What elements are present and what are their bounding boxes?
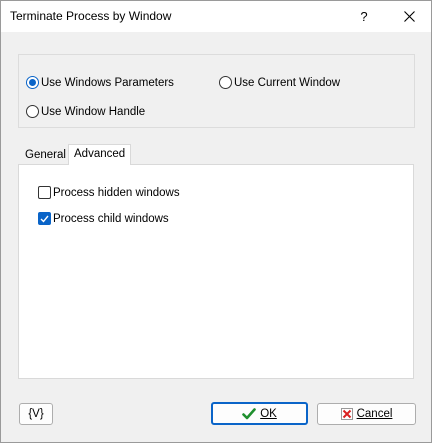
- radio-use-window-handle[interactable]: Use Window Handle: [26, 105, 145, 118]
- mode-group: Use Windows Parameters Use Current Windo…: [18, 54, 415, 128]
- tab-label: General: [25, 149, 66, 161]
- close-button[interactable]: [391, 1, 427, 32]
- ok-label: OK: [260, 407, 277, 420]
- radio-label: Use Window Handle: [41, 105, 146, 118]
- radio-dot-selected: [26, 76, 39, 89]
- tab-general[interactable]: General: [20, 146, 71, 165]
- radio-use-windows-parameters[interactable]: Use Windows Parameters: [26, 76, 174, 89]
- help-button[interactable]: ?: [347, 1, 381, 32]
- dialog-window: Terminate Process by Window ? Use Window…: [0, 0, 432, 443]
- title-bar: Terminate Process by Window ?: [1, 1, 431, 32]
- checkmark-icon: [40, 215, 49, 223]
- checkbox-box-checked: [38, 212, 51, 225]
- radio-dot: [26, 105, 39, 118]
- radio-label: Use Windows Parameters: [41, 76, 174, 89]
- tab-advanced[interactable]: Advanced: [68, 144, 132, 165]
- checkbox-process-child-windows[interactable]: Process child windows: [38, 212, 169, 225]
- help-icon: ?: [360, 9, 368, 24]
- variables-label: {V}: [28, 408, 44, 420]
- tab-label: Advanced: [74, 148, 126, 160]
- advanced-panel: Process hidden windows Process child win…: [18, 164, 414, 379]
- checkmark-icon: [242, 407, 256, 420]
- checkbox-label: Process hidden windows: [53, 186, 180, 199]
- cancel-label: Cancel: [356, 408, 393, 420]
- variables-button[interactable]: {V}: [19, 403, 53, 425]
- cancel-button[interactable]: Cancel: [317, 403, 416, 425]
- close-icon: [403, 11, 415, 22]
- radio-label: Use Current Window: [234, 76, 341, 89]
- radio-use-current-window[interactable]: Use Current Window: [219, 76, 340, 89]
- window-title: Terminate Process by Window: [10, 9, 172, 23]
- checkbox-box: [38, 186, 51, 199]
- checkbox-label: Process child windows: [53, 212, 169, 225]
- checkbox-process-hidden-windows[interactable]: Process hidden windows: [38, 186, 180, 199]
- ok-button[interactable]: OK: [211, 402, 308, 425]
- radio-dot: [219, 76, 232, 89]
- cancel-x-icon: [340, 408, 353, 420]
